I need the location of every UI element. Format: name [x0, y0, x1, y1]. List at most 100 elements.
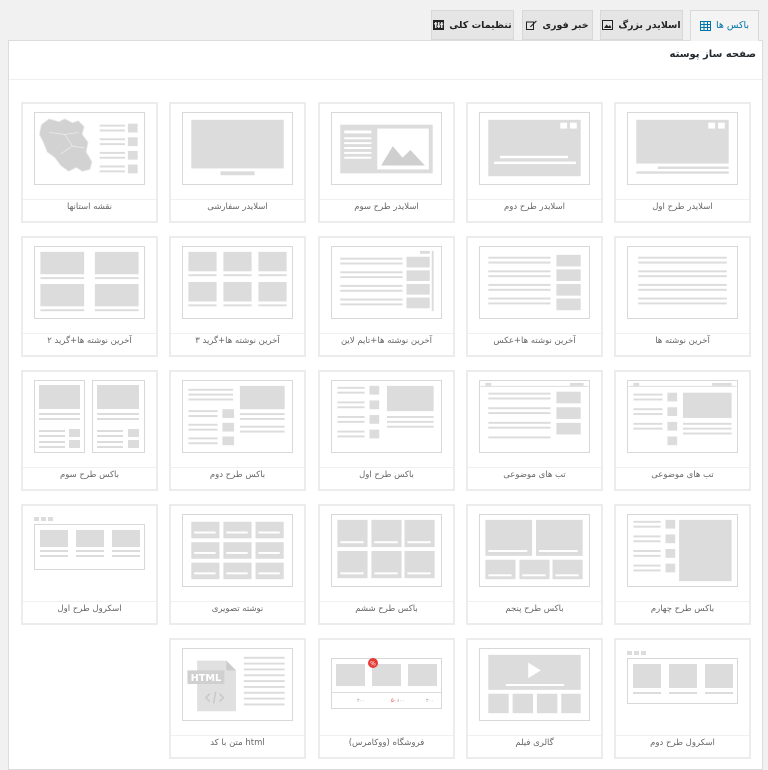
- card-box-2[interactable]: باکس طرح دوم: [169, 370, 306, 491]
- woocommerce-icon: % ۲۰۰ ۵۰۰ ۱۰۰ ۲۰۰: [331, 648, 442, 721]
- card-grid-3[interactable]: آخرین نوشته ها+گرید ۳: [169, 236, 306, 357]
- grid-3-icon: [182, 246, 293, 319]
- divider: [468, 735, 601, 736]
- card-box-6[interactable]: باکس طرح ششم: [318, 504, 455, 625]
- box-2-icon: [182, 380, 293, 453]
- card-label: باکس طرح ششم: [355, 604, 418, 614]
- card-latest-posts[interactable]: آخرین نوشته ها: [614, 236, 751, 357]
- latest-posts-timeline-icon: [331, 246, 442, 319]
- divider: [23, 601, 156, 602]
- settings-icon: [433, 20, 445, 30]
- tab-bar: باکس ها اسلایدر بزرگ خبر فوری تنظیمات کل…: [0, 10, 768, 42]
- tab-label: تنظیمات کلی: [449, 19, 512, 31]
- html-code-icon: HTML: [182, 648, 293, 721]
- card-html-code[interactable]: HTML متن با کد html: [169, 638, 306, 759]
- table-icon: [699, 20, 711, 31]
- slider-3-icon: [331, 112, 442, 185]
- card-latest-posts-image[interactable]: آخرین نوشته ها+عکس: [466, 236, 603, 357]
- box-4-icon: [627, 514, 738, 587]
- card-box-1[interactable]: باکس طرح اول: [318, 370, 455, 491]
- price-text: ۲۰۰: [357, 698, 365, 704]
- divider: [23, 467, 156, 468]
- box-6-icon: [331, 514, 442, 587]
- svg-text:%: %: [370, 661, 376, 668]
- image-icon: [602, 20, 614, 30]
- card-woocommerce[interactable]: % ۲۰۰ ۵۰۰ ۱۰۰ ۲۰۰ فروشگاه (ووکامرس): [318, 638, 455, 759]
- card-label: تب های موضوعی: [503, 470, 566, 480]
- divider: [468, 467, 601, 468]
- video-gallery-icon: [479, 648, 590, 721]
- card-slider-3[interactable]: اسلایدر طرح سوم: [318, 102, 455, 223]
- card-label: نوشته تصویری: [211, 604, 264, 614]
- page-builder-panel: صفحه ساز پوسته اسلایدر طرح اول اسلایدر ط…: [8, 40, 763, 770]
- card-label: باکس طرح دوم: [209, 470, 266, 480]
- card-label: اسکرول طرح اول: [57, 604, 122, 614]
- panel-title: صفحه ساز پوسته: [669, 49, 756, 60]
- card-label: اسلایدر طرح اول: [652, 202, 713, 212]
- image-post-icon: [182, 514, 293, 587]
- tab-general-settings[interactable]: تنظیمات کلی: [431, 10, 514, 40]
- divider: [23, 199, 156, 200]
- card-label: باکس طرح چهارم: [650, 604, 715, 614]
- card-label: نقشه استانها: [66, 202, 113, 212]
- card-custom-slider[interactable]: اسلایدر سفارشی: [169, 102, 306, 223]
- divider: [616, 333, 749, 334]
- html-label: HTML: [191, 673, 222, 684]
- card-province-map[interactable]: نقشه استانها: [21, 102, 158, 223]
- card-box-4[interactable]: باکس طرح چهارم: [614, 504, 751, 625]
- iran-map-icon: [34, 112, 145, 185]
- grid-2-icon: [34, 246, 145, 319]
- card-label: آخرین نوشته ها+تایم لاین: [340, 336, 433, 346]
- divider: [320, 735, 453, 736]
- card-scroll-1[interactable]: اسکرول طرح اول: [21, 504, 158, 625]
- tab-label: اسلایدر بزرگ: [618, 19, 681, 31]
- tab-breaking-news[interactable]: خبر فوری: [522, 10, 593, 40]
- card-label: آخرین نوشته ها+عکس: [493, 336, 576, 346]
- tab-label: باکس ها: [715, 20, 750, 31]
- divider: [468, 199, 601, 200]
- slider-1-icon: [627, 112, 738, 185]
- divider: [320, 467, 453, 468]
- tab-big-slider[interactable]: اسلایدر بزرگ: [600, 10, 683, 40]
- card-label: باکس طرح اول: [359, 470, 414, 480]
- box-3-icon: [34, 380, 145, 453]
- custom-slider-icon: [182, 112, 293, 185]
- card-video-gallery[interactable]: گالری فیلم: [466, 638, 603, 759]
- card-box-3[interactable]: باکس طرح سوم: [21, 370, 158, 491]
- latest-posts-icon: [627, 246, 738, 319]
- card-label: باکس طرح سوم: [60, 470, 119, 480]
- topic-tabs-2-icon: [479, 380, 590, 453]
- divider: [468, 601, 601, 602]
- card-box-5[interactable]: باکس طرح پنجم: [466, 504, 603, 625]
- scroll-2-icon: [627, 648, 738, 721]
- divider: [616, 199, 749, 200]
- card-topic-tabs-1[interactable]: تب های موضوعی: [614, 370, 751, 491]
- card-latest-posts-timeline[interactable]: آخرین نوشته ها+تایم لاین: [318, 236, 455, 357]
- card-label: تب های موضوعی: [651, 470, 714, 480]
- scroll-1-icon: [34, 514, 145, 587]
- tab-boxes[interactable]: باکس ها: [690, 10, 759, 41]
- card-label: اسلایدر طرح دوم: [504, 202, 565, 212]
- card-scroll-2[interactable]: اسکرول طرح دوم: [614, 638, 751, 759]
- divider: [468, 333, 601, 334]
- divider: [320, 333, 453, 334]
- divider: [616, 467, 749, 468]
- card-slider-1[interactable]: اسلایدر طرح اول: [614, 102, 751, 223]
- card-label: آخرین نوشته ها: [655, 336, 710, 346]
- card-label: اسلایدر سفارشی: [207, 202, 268, 212]
- card-label: متن با کد html: [210, 738, 265, 748]
- slider-2-icon: [479, 112, 590, 185]
- divider: [171, 601, 304, 602]
- divider: [320, 199, 453, 200]
- pencil-icon: [526, 20, 538, 30]
- card-label: آخرین نوشته ها+گرید ۳: [195, 336, 280, 346]
- card-grid-2[interactable]: آخرین نوشته ها+گرید ۲: [21, 236, 158, 357]
- divider: [616, 601, 749, 602]
- card-slider-2[interactable]: اسلایدر طرح دوم: [466, 102, 603, 223]
- card-image-post[interactable]: نوشته تصویری: [169, 504, 306, 625]
- price-text: ۱۰۰: [397, 698, 405, 704]
- card-topic-tabs-2[interactable]: تب های موضوعی: [466, 370, 603, 491]
- card-label: اسکرول طرح دوم: [650, 738, 715, 748]
- divider: [171, 333, 304, 334]
- card-label: آخرین نوشته ها+گرید ۲: [47, 336, 132, 346]
